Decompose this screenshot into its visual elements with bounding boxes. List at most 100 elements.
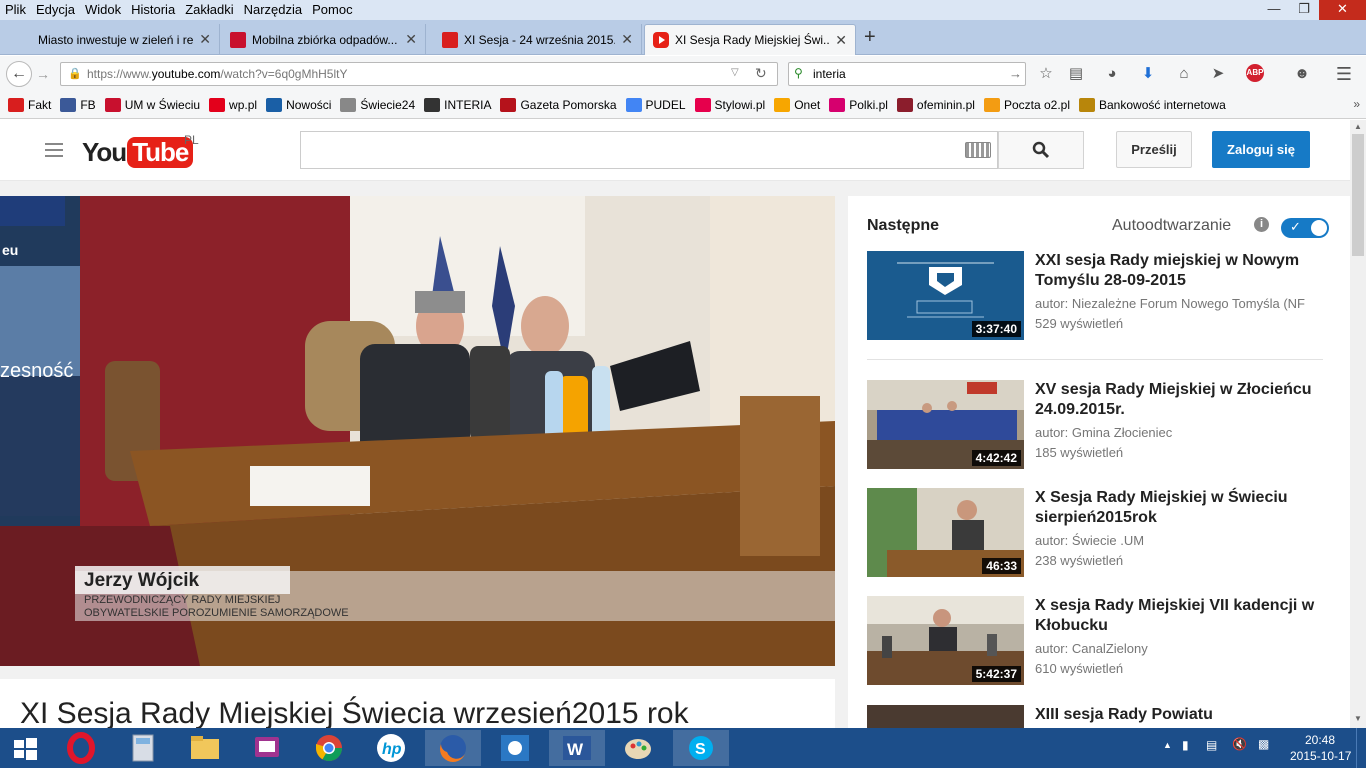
autoplay-toggle[interactable]: ✓: [1281, 218, 1329, 238]
bookmark-item[interactable]: PUDEL: [625, 97, 686, 112]
bookmark-item[interactable]: Poczta o2.pl: [983, 97, 1070, 112]
start-button[interactable]: [0, 730, 50, 766]
video-title-link[interactable]: XV sesja Rady Miejskiej w Złocieńcu 24.0…: [1035, 380, 1335, 420]
video-thumbnail[interactable]: 4:42:42: [867, 380, 1024, 469]
search-field[interactable]: ⚲ interia →: [788, 62, 1026, 86]
menu-pomoc[interactable]: Pomoc: [307, 0, 357, 20]
tab-mobilna-zbiorka[interactable]: Mobilna zbiórka odpadów... ✕: [222, 24, 426, 55]
bookmark-star-icon[interactable]: ☆: [1036, 64, 1056, 84]
share-icon[interactable]: ➤: [1208, 64, 1228, 84]
bookmark-item[interactable]: Bankowość internetowa: [1079, 97, 1226, 112]
paint-taskbar-button[interactable]: [612, 730, 664, 766]
youtube-search-input[interactable]: [300, 131, 998, 169]
menu-narzedzia[interactable]: Narzędzia: [239, 0, 308, 20]
video-title-link[interactable]: X Sesja Rady Miejskiej w Świeciu sierpie…: [1035, 488, 1335, 528]
hp-taskbar-button[interactable]: hp: [365, 730, 417, 766]
bookmark-item[interactable]: UM w Świeciu: [104, 97, 200, 112]
word-taskbar-button[interactable]: W: [549, 730, 605, 766]
dropdown-arrow-icon[interactable]: ▽: [731, 67, 739, 78]
tab-xi-sesja-youtube[interactable]: XI Sesja Rady Miejskiej Świ... ✕: [644, 24, 856, 55]
calculator-taskbar-button[interactable]: [117, 730, 169, 766]
reload-icon[interactable]: ↻: [755, 65, 767, 82]
video-title-link[interactable]: X sesja Rady Miejskiej VII kadencji w Kł…: [1035, 596, 1335, 636]
video-player[interactable]: eu zesność Jerzy Wójcik PRZEWODNICZĄCY R…: [0, 196, 835, 666]
close-tab-icon[interactable]: ✕: [835, 32, 847, 49]
bookmark-item[interactable]: Polki.pl: [829, 97, 888, 112]
home-icon[interactable]: ⌂: [1174, 64, 1194, 84]
downloads-icon[interactable]: ⬇: [1138, 64, 1158, 84]
tab-xi-sesja-24[interactable]: XI Sesja - 24 września 2015... ✕: [434, 24, 642, 55]
bookmark-item[interactable]: Świecie24: [340, 97, 415, 112]
video-title-link[interactable]: XXI sesja Rady miejskiej w Nowym Tomyślu…: [1035, 251, 1335, 291]
clock-time[interactable]: 20:48: [1305, 733, 1335, 747]
related-video-item[interactable]: 3:37:40 XXI sesja Rady miejskiej w Nowym…: [867, 251, 1337, 341]
minimize-button[interactable]: —: [1259, 0, 1289, 20]
presentation-taskbar-button[interactable]: [241, 730, 293, 766]
close-tab-icon[interactable]: ✕: [621, 31, 633, 48]
scroll-thumb[interactable]: [1352, 134, 1364, 256]
menu-widok[interactable]: Widok: [80, 0, 126, 20]
bookmark-item[interactable]: Fakt: [8, 97, 51, 112]
guide-menu-icon[interactable]: [45, 143, 63, 157]
related-video-item[interactable]: 4:42:42 XV sesja Rady Miejskiej w Złocie…: [867, 380, 1337, 470]
related-video-item[interactable]: 5:42:37 X sesja Rady Miejskiej VII kaden…: [867, 596, 1337, 686]
skype-taskbar-button[interactable]: S: [673, 730, 729, 766]
menu-historia[interactable]: Historia: [126, 0, 180, 20]
related-video-item[interactable]: 46:33 X Sesja Rady Miejskiej w Świeciu s…: [867, 488, 1337, 578]
close-tab-icon[interactable]: ✕: [405, 31, 417, 48]
clock-date[interactable]: 2015-10-17: [1290, 749, 1351, 763]
scroll-up-icon[interactable]: ▲: [1354, 122, 1362, 131]
menu-icon[interactable]: ☰: [1334, 64, 1354, 84]
bookmark-item[interactable]: Stylowi.pl: [694, 97, 765, 112]
chat-icon[interactable]: ☻: [1292, 64, 1312, 84]
bookmark-item[interactable]: FB: [60, 97, 96, 112]
bookmark-item[interactable]: Nowości: [266, 97, 331, 112]
page-scrollbar[interactable]: ▲ ▼: [1350, 120, 1366, 728]
firefox-taskbar-button[interactable]: [425, 730, 481, 766]
volume-muted-icon[interactable]: 🔇: [1232, 737, 1247, 751]
bookmark-item[interactable]: Onet: [774, 97, 820, 112]
bookmarks-overflow-icon[interactable]: »: [1353, 97, 1360, 111]
tab-miasto-inwestuje[interactable]: Miasto inwestuje w zieleń i rek... ✕: [8, 24, 220, 55]
related-video-item[interactable]: XIII sesja Rady Powiatu: [867, 705, 1337, 728]
menu-edycja[interactable]: Edycja: [31, 0, 80, 20]
close-tab-icon[interactable]: ✕: [199, 31, 211, 48]
tray-expand-icon[interactable]: ▲: [1163, 740, 1172, 750]
battery-icon[interactable]: ▮: [1182, 738, 1189, 752]
video-thumbnail[interactable]: 46:33: [867, 488, 1024, 577]
reading-list-icon[interactable]: ▤: [1066, 64, 1086, 84]
maximize-button[interactable]: ❐: [1289, 0, 1319, 20]
sign-in-button[interactable]: Zaloguj się: [1212, 131, 1310, 168]
video-thumbnail[interactable]: 3:37:40: [867, 251, 1024, 340]
youtube-search-button[interactable]: [998, 131, 1084, 169]
weather-taskbar-button[interactable]: [489, 730, 541, 766]
explorer-taskbar-button[interactable]: [179, 730, 231, 766]
menu-zakladki[interactable]: Zakładki: [180, 0, 238, 20]
keyboard-layout-icon[interactable]: ▩: [1258, 737, 1269, 751]
address-bar[interactable]: 🔒 https://www.youtube.com/watch?v=6q0gMh…: [60, 62, 778, 86]
scroll-down-icon[interactable]: ▼: [1354, 714, 1362, 723]
bookmark-item[interactable]: INTERIA: [424, 97, 491, 112]
adblock-icon[interactable]: ABP: [1246, 64, 1264, 82]
upload-button[interactable]: Prześlij: [1116, 131, 1192, 168]
chrome-taskbar-button[interactable]: [303, 730, 355, 766]
new-tab-button[interactable]: +: [864, 26, 876, 49]
bookmark-item[interactable]: Gazeta Pomorska: [500, 97, 617, 112]
opera-taskbar-button[interactable]: [55, 730, 107, 766]
video-thumbnail[interactable]: 5:42:37: [867, 596, 1024, 685]
close-window-button[interactable]: ✕: [1319, 0, 1366, 20]
youtube-logo[interactable]: You Tube PL: [82, 133, 199, 170]
signal-icon[interactable]: ▤: [1206, 738, 1217, 752]
show-desktop-button[interactable]: [1356, 728, 1366, 768]
keyboard-icon[interactable]: [965, 142, 991, 158]
forward-button[interactable]: →: [36, 66, 50, 82]
back-button[interactable]: ←: [6, 61, 32, 87]
bookmark-item[interactable]: ofeminin.pl: [896, 97, 975, 112]
search-go-icon[interactable]: →: [1009, 66, 1022, 81]
menu-plik[interactable]: Plik: [0, 0, 31, 20]
video-title-link[interactable]: XIII sesja Rady Powiatu: [1035, 705, 1335, 725]
video-thumbnail[interactable]: [867, 705, 1024, 728]
info-icon[interactable]: i: [1254, 217, 1269, 232]
pocket-icon[interactable]: ◕: [1102, 64, 1122, 84]
bookmark-item[interactable]: wp.pl: [209, 97, 257, 112]
